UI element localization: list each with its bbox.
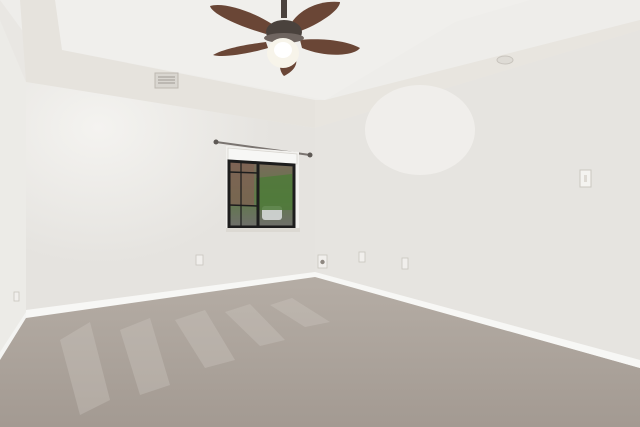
wall-outlet [13, 291, 20, 302]
recessed-light [496, 55, 514, 65]
window [226, 146, 300, 232]
wall-outlet [401, 257, 409, 270]
wall-outlet [195, 254, 204, 266]
window-sill [226, 228, 300, 232]
window-outdoor-building [230, 162, 254, 206]
fan-light-glow [274, 42, 292, 58]
wall-outlet [358, 251, 366, 263]
right-wall-glow [365, 85, 475, 175]
fan-downrod [281, 0, 287, 18]
light-switch-toggle [584, 175, 587, 182]
window-outdoor-trees [256, 174, 294, 210]
cable-jack [317, 254, 328, 269]
left-wall [0, 20, 26, 352]
room-scene [0, 0, 640, 427]
